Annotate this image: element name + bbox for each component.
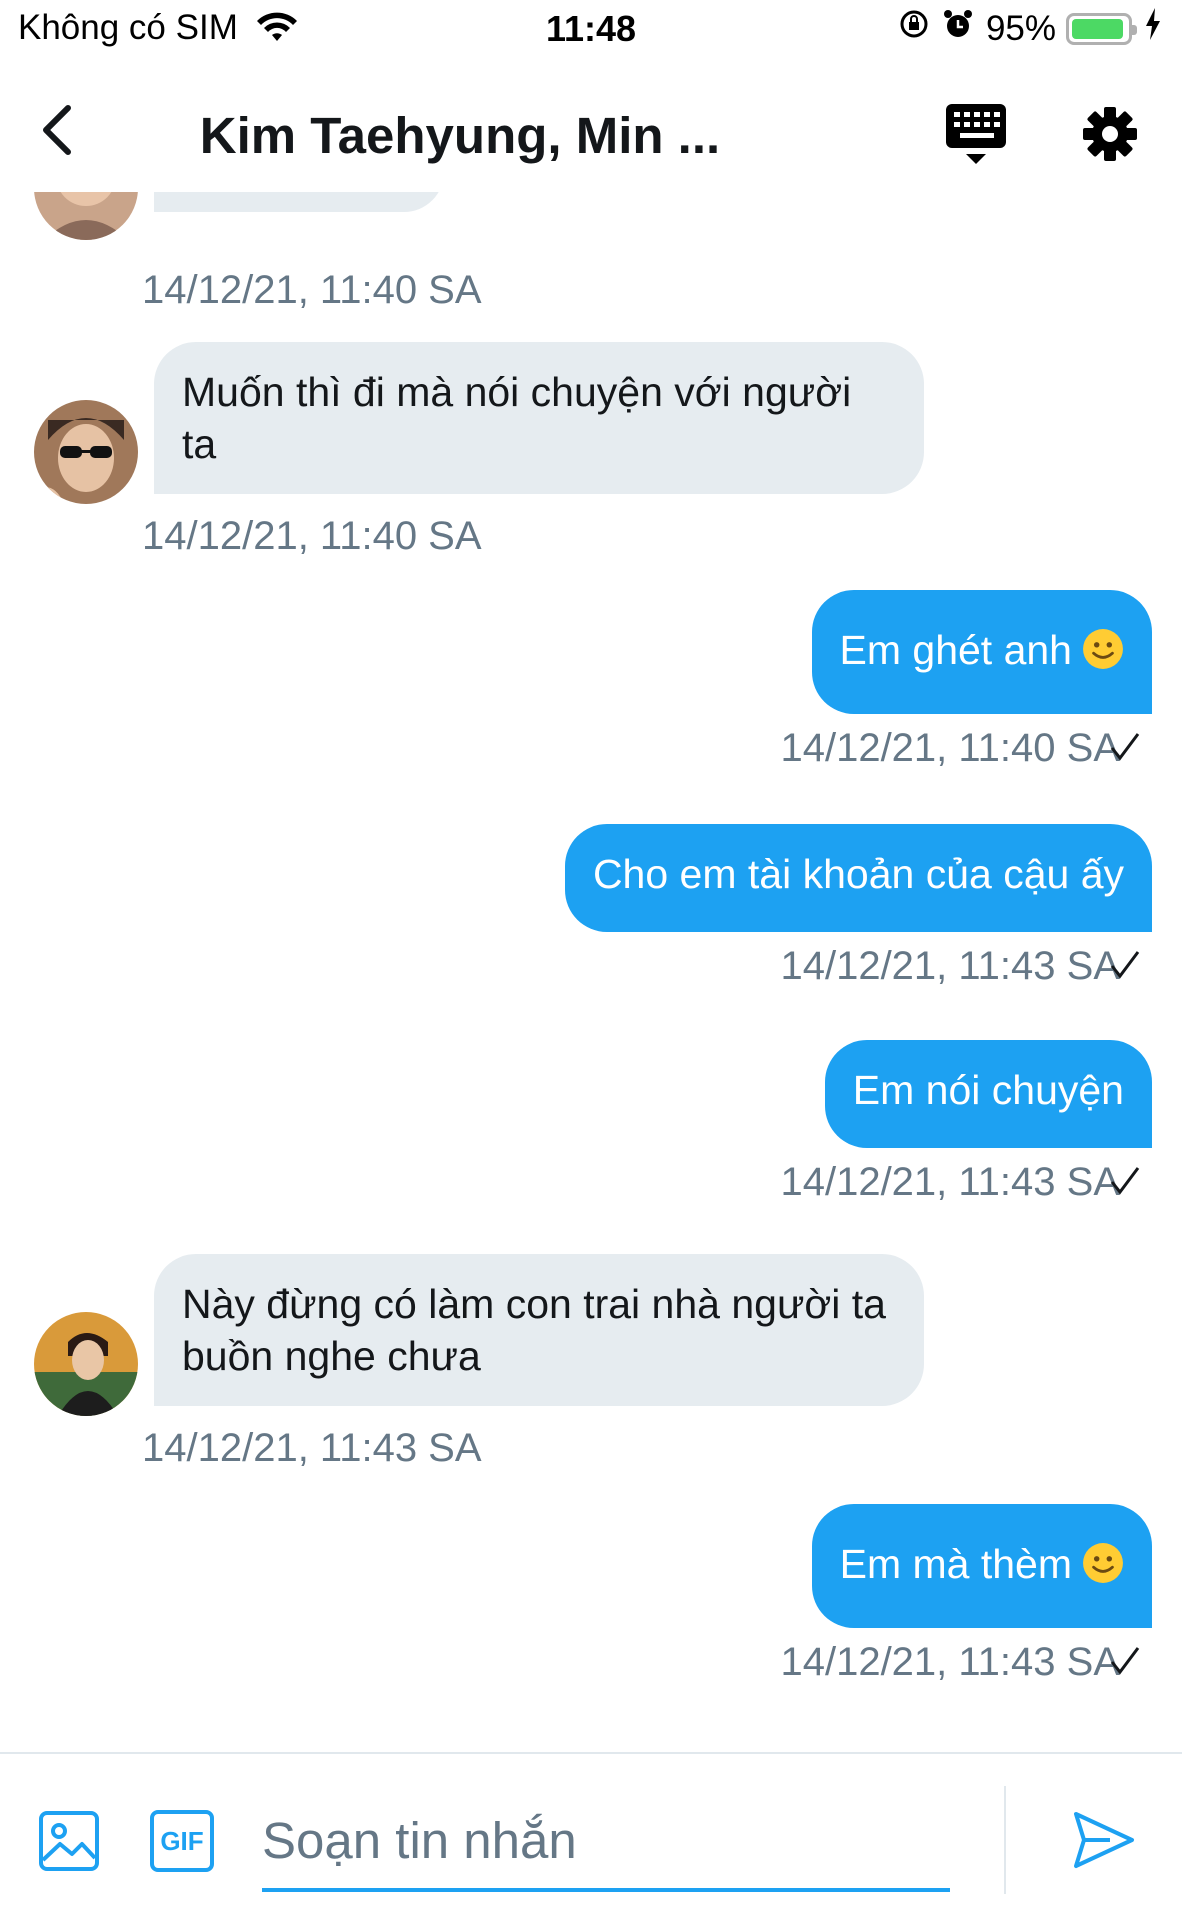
message-composer: GIF — [0, 1752, 1182, 1920]
add-image-button[interactable] — [38, 1810, 100, 1872]
back-button[interactable] — [30, 100, 90, 160]
message-thread[interactable]: 14/12/21, 11:40 SA Muốn thì đi mà nói ch… — [0, 192, 1182, 1752]
sent-check-icon — [1110, 951, 1140, 979]
keyboard-icon — [946, 104, 1006, 164]
message-text: Em mà thèm — [839, 1541, 1072, 1587]
back-chevron-icon — [43, 105, 71, 155]
message-timestamp: 14/12/21, 11:40 SA — [780, 726, 1120, 770]
image-icon — [39, 1811, 99, 1871]
gif-button[interactable]: GIF — [150, 1810, 214, 1872]
message-timestamp: 14/12/21, 11:43 SA — [780, 1160, 1120, 1204]
keyboard-button[interactable] — [942, 102, 1012, 166]
gear-icon — [1083, 107, 1137, 161]
battery-percent: 95% — [985, 8, 1056, 48]
alarm-icon — [942, 8, 974, 49]
smiley-emoji-icon — [1083, 629, 1123, 669]
message-input[interactable] — [262, 1792, 950, 1892]
status-bar: Không có SIM 11:48 95% — [0, 0, 1182, 62]
avatar[interactable] — [34, 400, 138, 504]
battery-icon — [1066, 12, 1137, 45]
avatar[interactable] — [34, 1312, 138, 1416]
orientation-lock-icon — [898, 8, 930, 49]
message-timestamp: 14/12/21, 11:40 SA — [142, 514, 482, 558]
message-text: Em ghét anh — [839, 627, 1073, 673]
sent-check-icon — [1110, 733, 1140, 761]
conversation-title[interactable]: Kim Taehyung, Min ... — [140, 106, 780, 165]
avatar[interactable] — [34, 192, 138, 240]
battery-level — [1072, 18, 1123, 39]
gif-icon: GIF — [160, 1825, 204, 1856]
incoming-bubble[interactable]: Này đừng có làm con trai nhà người ta bu… — [154, 1254, 924, 1406]
message-timestamp: 14/12/21, 11:43 SA — [780, 944, 1120, 988]
outgoing-bubble[interactable]: Em mà thèm — [811, 1504, 1152, 1628]
sent-check-icon — [1110, 1647, 1140, 1675]
message-timestamp: 14/12/21, 11:43 SA — [780, 1640, 1120, 1684]
charging-icon — [1144, 8, 1162, 49]
conversation-header: Kim Taehyung, Min ... — [0, 62, 1182, 192]
message-timestamp: 14/12/21, 11:43 SA — [142, 1426, 482, 1470]
send-button[interactable] — [1070, 1806, 1138, 1874]
incoming-bubble[interactable] — [154, 192, 444, 212]
composer-divider — [1004, 1786, 1006, 1894]
battery-tip — [1132, 24, 1137, 35]
status-right: 95% — [886, 8, 1162, 49]
settings-button[interactable] — [1082, 106, 1138, 162]
sent-check-icon — [1110, 1167, 1140, 1195]
outgoing-bubble[interactable]: Em ghét anh — [811, 590, 1152, 714]
send-icon — [1074, 1812, 1134, 1868]
message-timestamp: 14/12/21, 11:40 SA — [142, 268, 482, 312]
smiley-emoji-icon — [1083, 1543, 1123, 1583]
incoming-bubble[interactable]: Muốn thì đi mà nói chuyện với người ta — [154, 342, 924, 494]
outgoing-bubble[interactable]: Em nói chuyện — [824, 1040, 1152, 1148]
outgoing-bubble[interactable]: Cho em tài khoản của cậu ấy — [564, 824, 1152, 932]
